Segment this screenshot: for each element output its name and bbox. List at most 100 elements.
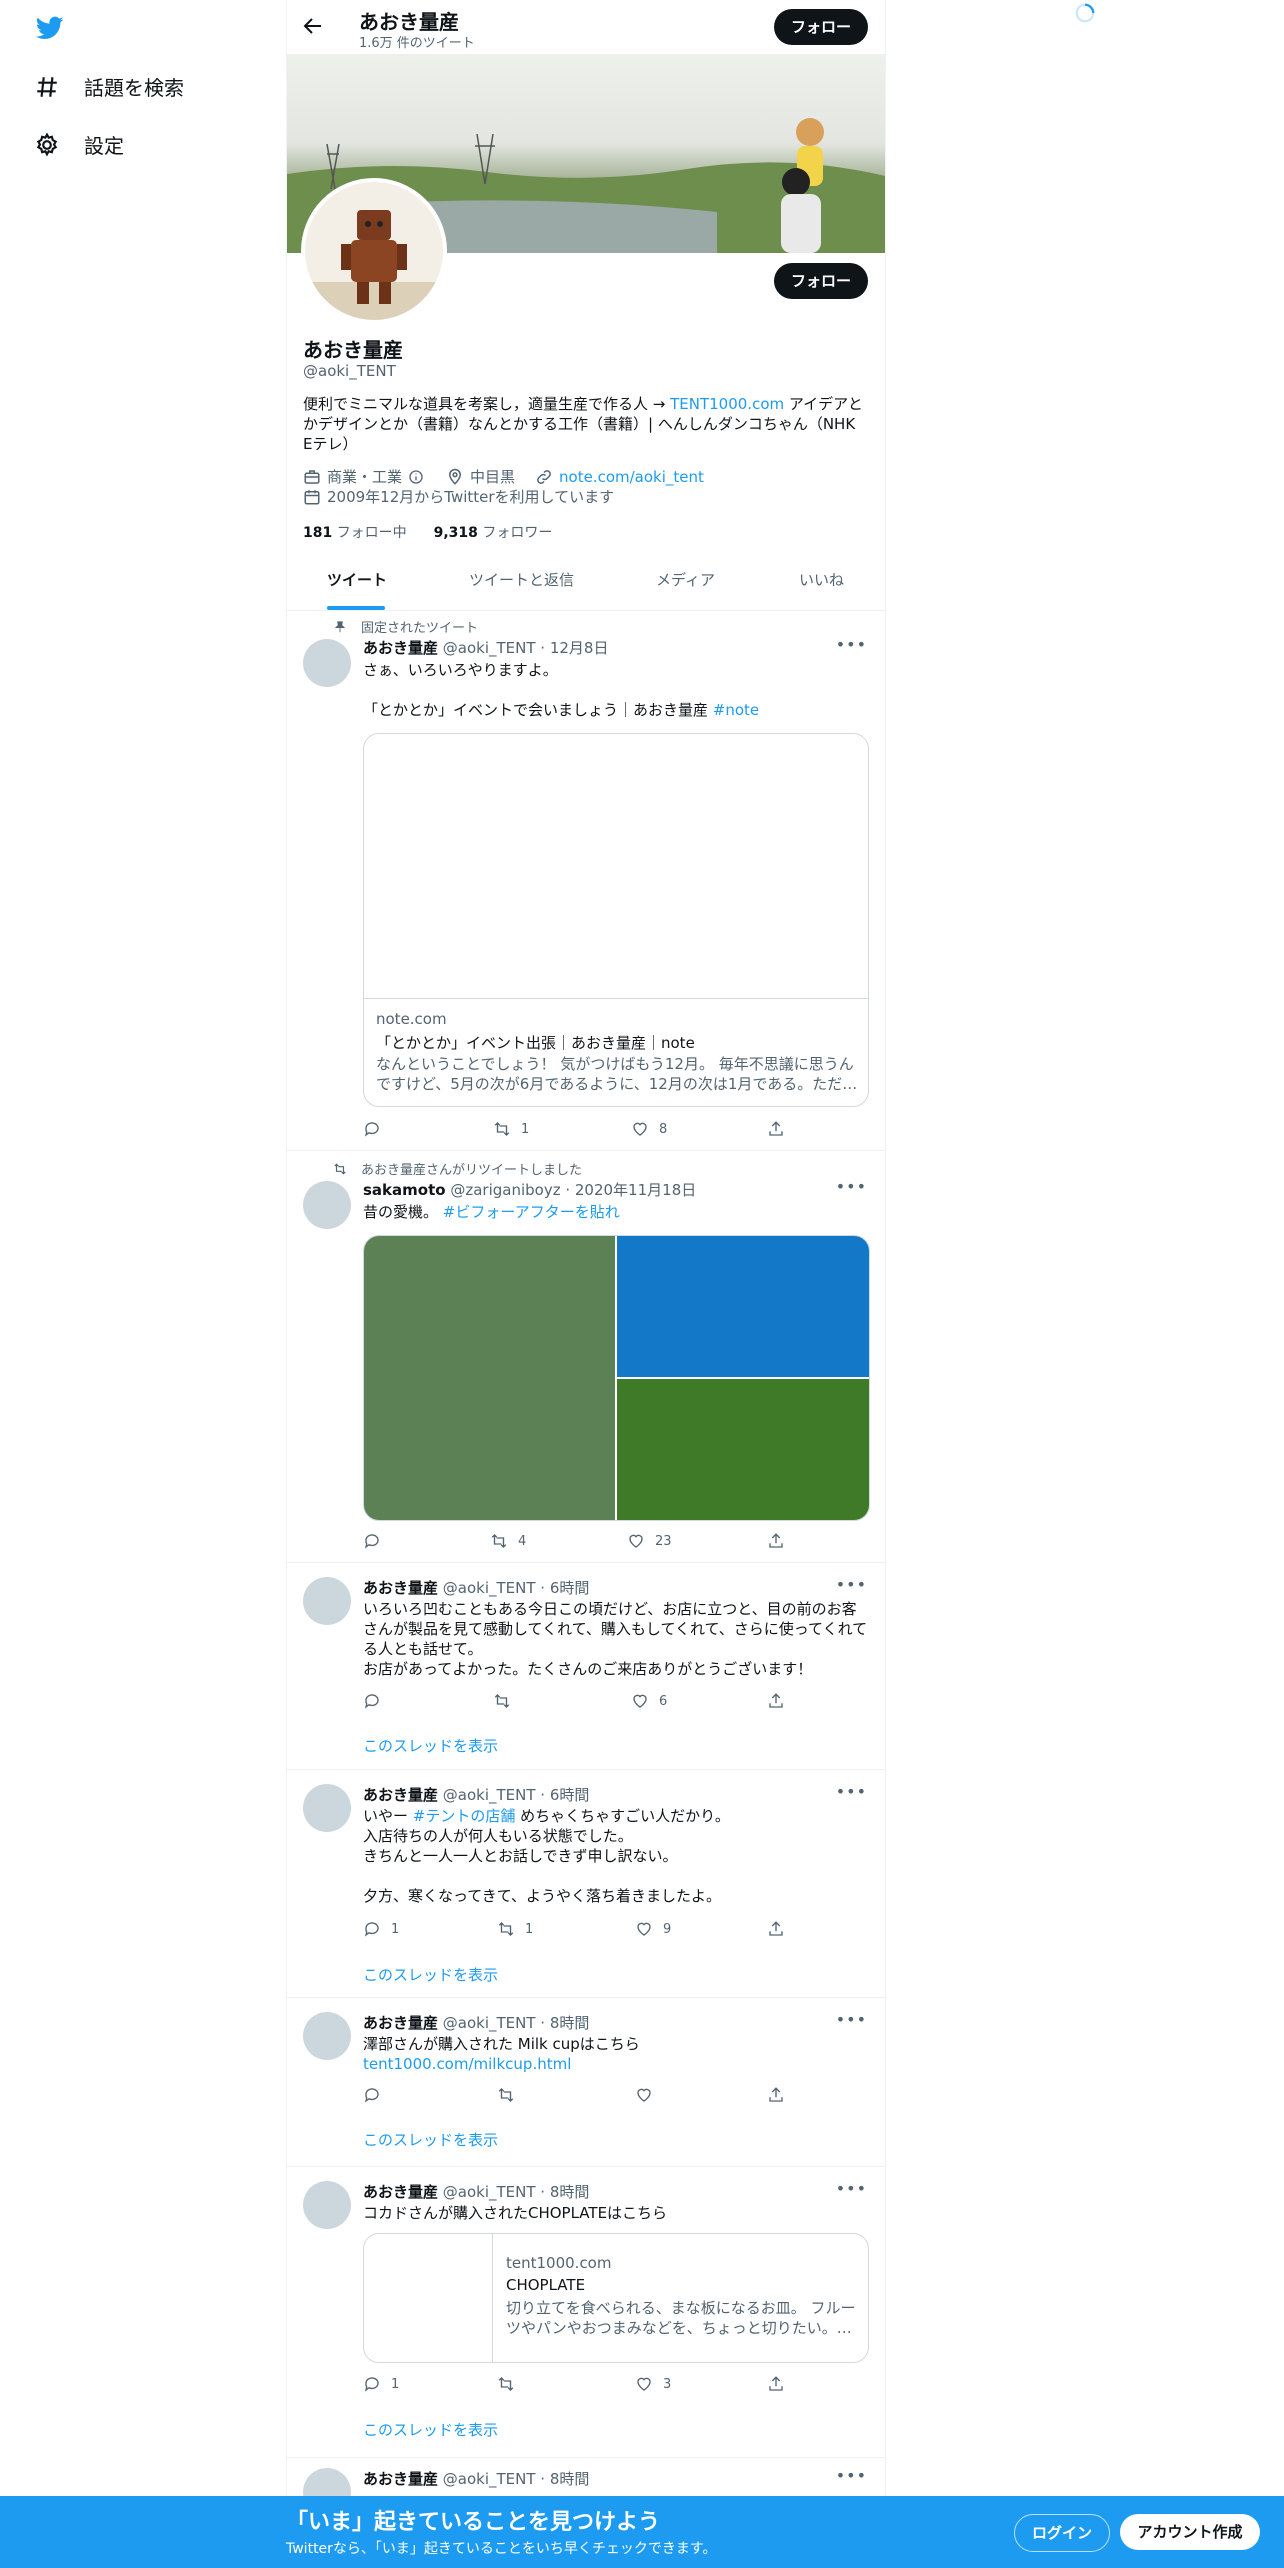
tweet-author-name[interactable]: あおき量産 [363, 2014, 438, 2032]
share-button[interactable] [767, 2086, 785, 2104]
retweet-count: 1 [525, 1921, 534, 1937]
tweet-author-name[interactable]: sakamoto [363, 1181, 446, 1199]
login-button[interactable]: ログイン [1014, 2514, 1110, 2552]
tweet-url-link[interactable]: tent1000.com/milkcup.html [363, 2054, 868, 2074]
profile-follow-button[interactable]: フォロー [774, 263, 868, 299]
like-count: 9 [663, 1921, 672, 1937]
back-button[interactable] [301, 14, 327, 40]
link-card[interactable]: tent1000.com CHOPLATE 切り立てを食べられる、まな板になるお… [363, 2233, 869, 2363]
tweet-handle-time[interactable]: @aoki_TENT · 8時間 [443, 2183, 590, 2201]
tab-likes[interactable]: いいね [799, 550, 844, 610]
reply-button[interactable] [363, 1120, 391, 1138]
avatar[interactable] [303, 1784, 351, 1832]
profile-website[interactable]: note.com/aoki_tent [559, 468, 704, 486]
avatar[interactable] [303, 2181, 351, 2229]
avatar[interactable] [303, 639, 351, 687]
like-button[interactable]: 3 [635, 2375, 671, 2393]
nav-explore[interactable]: 話題を検索 [34, 72, 184, 101]
like-button[interactable]: 9 [635, 1920, 671, 1938]
followers-link[interactable]: 9,318 フォロワー [434, 525, 553, 541]
retweet-count: 4 [518, 1533, 527, 1549]
tweet-author-name[interactable]: あおき量産 [363, 1579, 438, 1597]
tweet[interactable]: あおき量産 @aoki_TENT · 8時間 ••• [287, 2458, 885, 2516]
avatar[interactable] [303, 1577, 351, 1625]
profile-handle: @aoki_TENT [303, 362, 396, 380]
share-button[interactable] [767, 1692, 785, 1710]
tab-tweets-replies[interactable]: ツイートと返信 [469, 550, 574, 610]
more-options-icon[interactable]: ••• [836, 1782, 867, 1801]
retweet-button[interactable]: 1 [497, 1920, 533, 1938]
reply-button[interactable]: 1 [363, 1920, 399, 1938]
retweet-button[interactable] [493, 1692, 521, 1710]
more-options-icon[interactable]: ••• [836, 2179, 867, 2198]
link-card[interactable]: note.com 「とかとか」イベント出張｜あおき量産｜note なんということ… [363, 733, 869, 1107]
avatar[interactable] [303, 1181, 351, 1229]
hashtag-link[interactable]: #note [713, 701, 759, 719]
media-image[interactable] [617, 1236, 869, 1377]
tweet-handle-time[interactable]: @aoki_TENT · 6時間 [443, 1786, 590, 1804]
more-options-icon[interactable]: ••• [836, 1575, 867, 1594]
tweet[interactable]: あおき量産 @aoki_TENT · 8時間 ••• 澤部さんが購入された Mi… [287, 1998, 885, 2166]
like-button[interactable]: 23 [627, 1532, 672, 1550]
retweet-button[interactable] [497, 2086, 515, 2104]
bio-link[interactable]: TENT1000.com [670, 395, 784, 413]
more-options-icon[interactable]: ••• [836, 1177, 867, 1196]
tweet-handle-time[interactable]: @aoki_TENT · 6時間 [443, 1579, 590, 1597]
tab-media[interactable]: メディア [656, 550, 715, 610]
reply-button[interactable] [363, 1532, 391, 1550]
tweet-text-line: いやー #テントの店舗 めちゃくちゃすごい人だかり。 [363, 1806, 868, 1826]
following-link[interactable]: 181 フォロー中 [303, 525, 407, 541]
tweet-handle-time[interactable]: @aoki_TENT · 12月8日 [443, 639, 609, 657]
info-icon[interactable] [408, 469, 424, 485]
like-button[interactable] [635, 2086, 653, 2104]
tweet-header: あおき量産 @aoki_TENT · 8時間 [363, 2468, 589, 2489]
share-button[interactable] [767, 1920, 785, 1938]
share-button[interactable] [767, 1532, 785, 1550]
tweet-author-name[interactable]: あおき量産 [363, 2183, 438, 2201]
tab-tweets[interactable]: ツイート [327, 550, 387, 610]
retweet-button[interactable]: 1 [493, 1120, 529, 1138]
tweet-author-name[interactable]: あおき量産 [363, 2470, 438, 2488]
tweet[interactable]: あおき量産 @aoki_TENT · 8時間 ••• コカドさんが購入されたCH… [287, 2167, 885, 2457]
tweet[interactable]: 固定されたツイート あおき量産 @aoki_TENT · 12月8日 ••• さ… [287, 611, 885, 1151]
tweet[interactable]: あおき量産 @aoki_TENT · 6時間 ••• いやー #テントの店舗 め… [287, 1770, 885, 1998]
tweet-author-name[interactable]: あおき量産 [363, 1786, 438, 1804]
tweet-handle-time[interactable]: @zariganiboyz · 2020年11月18日 [450, 1181, 696, 1199]
tweet[interactable]: あおき量産 @aoki_TENT · 6時間 ••• いろいろ凹むこともある今日… [287, 1563, 885, 1769]
retweet-label: あおき量産さんがリツイートしました [361, 1163, 583, 1178]
profile-avatar[interactable] [301, 178, 447, 324]
tweet-handle-time[interactable]: @aoki_TENT · 8時間 [443, 2470, 590, 2488]
header-follow-button[interactable]: フォロー [774, 9, 868, 45]
media-image[interactable] [617, 1379, 869, 1520]
tweet-author-name[interactable]: あおき量産 [363, 639, 438, 657]
reply-button[interactable]: 1 [363, 2375, 399, 2393]
like-button[interactable]: 6 [631, 1692, 667, 1710]
show-thread-link[interactable]: このスレッドを表示 [363, 2419, 498, 2440]
followers-label: フォロワー [482, 525, 553, 541]
signup-button[interactable]: アカウント作成 [1120, 2514, 1260, 2550]
hashtag-link[interactable]: #テントの店舗 [413, 1807, 516, 1825]
show-thread-link[interactable]: このスレッドを表示 [363, 1735, 498, 1756]
reply-button[interactable] [363, 2086, 381, 2104]
like-button[interactable]: 8 [631, 1120, 667, 1138]
share-button[interactable] [767, 2375, 785, 2393]
media-grid [363, 1235, 870, 1521]
tweet[interactable]: あおき量産さんがリツイートしました sakamoto @zariganiboyz… [287, 1151, 885, 1563]
media-image[interactable] [364, 1236, 615, 1520]
signup-banner: 「いま」起きていることを見つけよう Twitterなら、「いま」起きていることを… [0, 2496, 1284, 2568]
hashtag-link[interactable]: #ビフォーアフターを貼れ [443, 1203, 620, 1221]
tweet-handle-time[interactable]: @aoki_TENT · 8時間 [443, 2014, 590, 2032]
more-options-icon[interactable]: ••• [836, 635, 867, 654]
retweet-indicator: あおき量産さんがリツイートしました [333, 1159, 582, 1178]
twitter-logo[interactable] [34, 14, 66, 42]
more-options-icon[interactable]: ••• [836, 2466, 867, 2485]
show-thread-link[interactable]: このスレッドを表示 [363, 2129, 498, 2150]
more-options-icon[interactable]: ••• [836, 2010, 867, 2029]
reply-button[interactable] [363, 1692, 391, 1710]
show-thread-link[interactable]: このスレッドを表示 [363, 1964, 498, 1985]
nav-settings[interactable]: 設定 [34, 130, 124, 159]
retweet-button[interactable] [497, 2375, 515, 2393]
retweet-button[interactable]: 4 [490, 1532, 526, 1550]
share-button[interactable] [767, 1120, 785, 1138]
avatar[interactable] [303, 2012, 351, 2060]
